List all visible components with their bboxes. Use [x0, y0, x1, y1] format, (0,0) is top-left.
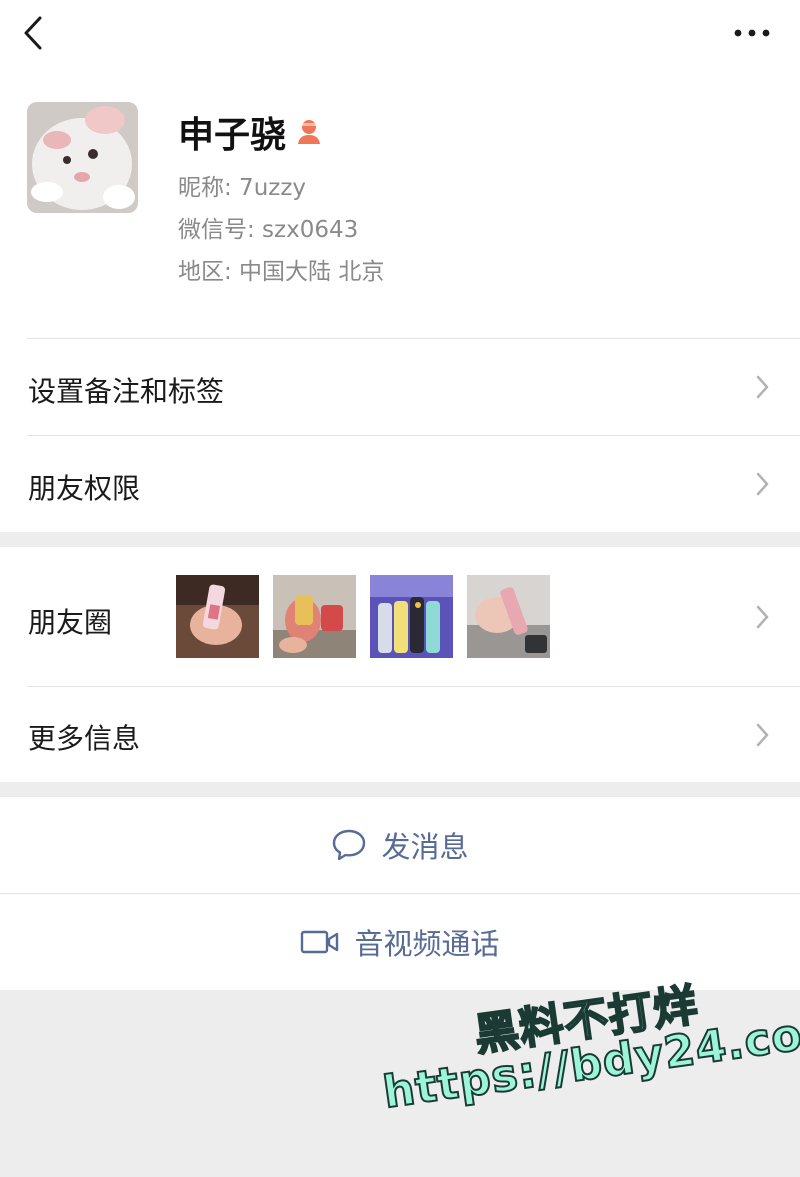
send-message-label: 发消息 — [381, 830, 469, 864]
region-line: 地区: 中国大陆 北京 — [178, 259, 385, 285]
moments-row[interactable]: 朋友圈 — [0, 547, 800, 686]
female-user-icon — [296, 118, 322, 146]
more-info-label: 更多信息 — [28, 722, 141, 755]
moments-thumbnail — [176, 575, 259, 658]
top-bar — [0, 0, 800, 70]
nickname-line: 昵称: 7uzzy — [178, 175, 307, 201]
remark-tags-label: 设置备注和标签 — [28, 375, 225, 408]
chevron-right-icon — [756, 375, 769, 399]
chevron-right-icon — [756, 472, 769, 496]
moments-thumbnail — [467, 575, 550, 658]
remark-tags-row[interactable]: 设置备注和标签 — [0, 338, 800, 435]
chat-bubble-icon — [333, 829, 366, 861]
avatar[interactable] — [27, 102, 138, 213]
wechat-id-line: 微信号: szx0643 — [178, 217, 359, 243]
more-dots-icon — [734, 29, 770, 37]
chevron-right-icon — [756, 605, 769, 629]
back-button[interactable] — [18, 14, 54, 54]
chevron-right-icon — [756, 723, 769, 747]
profile-card: 申子骁 昵称: 7uzzy 微信号: szx0643 地区: 中国大陆 北京 — [0, 70, 800, 338]
moments-section: 朋友圈 更多信息 — [0, 547, 800, 782]
more-info-row[interactable]: 更多信息 — [0, 687, 800, 782]
friend-permissions-row[interactable]: 朋友权限 — [0, 436, 800, 532]
video-call-label: 音视频通话 — [354, 927, 500, 961]
settings-section: 设置备注和标签 朋友权限 — [0, 338, 800, 532]
contact-name: 申子骁 — [178, 115, 287, 156]
more-options-button[interactable] — [724, 18, 780, 48]
name-row: 申子骁 — [178, 108, 322, 156]
chevron-left-icon — [24, 16, 42, 50]
send-message-button[interactable]: 发消息 — [0, 797, 800, 893]
moments-thumbnail — [273, 575, 356, 658]
actions-section: 发消息 音视频通话 — [0, 797, 800, 990]
friend-permissions-label: 朋友权限 — [28, 472, 141, 505]
video-camera-icon — [301, 930, 339, 954]
moments-thumbnail — [370, 575, 453, 658]
moments-label: 朋友圈 — [28, 606, 113, 639]
